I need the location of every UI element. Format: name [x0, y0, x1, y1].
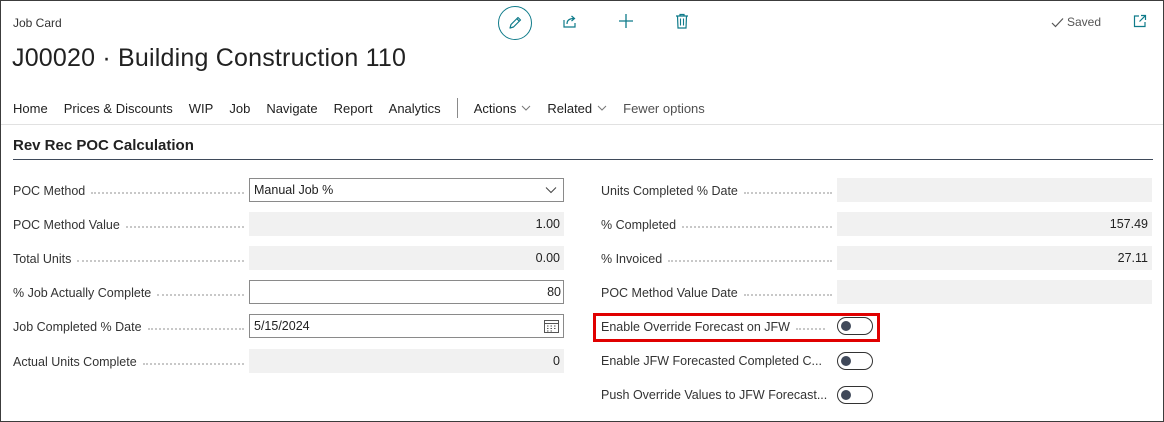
field-row-push-override-values: Push Override Values to JFW Forecast... [601, 383, 829, 407]
popout-icon [1133, 14, 1147, 28]
chevron-down-icon [545, 187, 557, 194]
page-title: J00020 · Building Construction 110 [12, 44, 407, 72]
actions-menu-label: Actions [473, 100, 517, 116]
share-icon [563, 15, 576, 28]
poc-method-value: Manual Job % [254, 183, 334, 197]
actions-menu[interactable]: Actions [474, 101, 532, 116]
units-completed-date-field [837, 178, 1152, 202]
action-bar: Home Prices & Discounts WIP Job Navigate… [13, 98, 721, 118]
field-row-job-actually-complete: % Job Actually Complete [13, 281, 248, 305]
toggle-knob [841, 390, 851, 400]
field-label: Units Completed % Date [601, 184, 836, 198]
field-row-percent-invoiced: % Invoiced [601, 247, 836, 271]
highlight-annotation [593, 313, 880, 342]
saved-label: Saved [1067, 15, 1102, 29]
action-analytics[interactable]: Analytics [389, 101, 441, 116]
field-row-actual-units-complete: Actual Units Complete [13, 350, 248, 374]
related-menu-label: Related [547, 100, 593, 116]
plus-icon [619, 14, 633, 28]
field-label: Actual Units Complete [13, 355, 248, 369]
action-job[interactable]: Job [229, 101, 250, 116]
push-override-values-toggle[interactable] [837, 386, 873, 404]
job-actually-complete-input[interactable]: 80 [249, 280, 564, 304]
field-row-poc-method-value: POC Method Value [13, 213, 248, 237]
job-completed-date-input[interactable]: 5/15/2024 [249, 314, 564, 338]
poc-method-select[interactable]: Manual Job % [249, 178, 564, 202]
related-menu[interactable]: Related [547, 101, 607, 116]
field-row-job-completed-date: Job Completed % Date [13, 315, 248, 339]
action-wip[interactable]: WIP [189, 101, 214, 116]
field-row-poc-method: POC Method [13, 179, 248, 203]
poc-method-value-date-field [837, 280, 1152, 304]
actual-units-complete-field: 0 [249, 349, 564, 373]
field-row-total-units: Total Units [13, 247, 248, 271]
new-button[interactable] [617, 11, 635, 31]
action-home[interactable]: Home [13, 101, 48, 116]
percent-completed-field: 157.49 [837, 212, 1152, 236]
field-label: % Completed [601, 218, 836, 232]
edit-button[interactable] [498, 6, 532, 40]
field-row-enable-jfw-forecasted: Enable JFW Forecasted Completed C... [601, 349, 829, 373]
chevron-down-icon [521, 105, 531, 111]
fewer-options-button[interactable]: Fewer options [623, 101, 705, 116]
field-label: POC Method [13, 184, 248, 198]
toggle-knob [841, 356, 851, 366]
delete-button[interactable] [673, 11, 691, 31]
poc-method-value-field: 1.00 [249, 212, 564, 236]
total-units-field: 0.00 [249, 246, 564, 270]
action-separator [456, 98, 458, 118]
field-row-poc-method-value-date: POC Method Value Date [601, 281, 836, 305]
chevron-down-icon [597, 105, 607, 111]
field-label: Enable JFW Forecasted Completed C... [601, 354, 822, 368]
calendar-icon[interactable] [544, 319, 559, 333]
job-completed-date-value: 5/15/2024 [254, 319, 310, 333]
page-caption: Job Card [13, 16, 62, 30]
field-label: Total Units [13, 252, 248, 266]
field-label: Push Override Values to JFW Forecast... [601, 388, 828, 402]
open-new-window-button[interactable] [1132, 13, 1148, 29]
action-bar-divider [1, 124, 1163, 125]
enable-jfw-forecasted-toggle[interactable] [837, 352, 873, 370]
action-report[interactable]: Report [334, 101, 373, 116]
action-prices-discounts[interactable]: Prices & Discounts [64, 101, 173, 116]
section-title: Rev Rec POC Calculation [13, 137, 194, 154]
percent-invoiced-field: 27.11 [837, 246, 1152, 270]
field-row-units-completed-date: Units Completed % Date [601, 179, 836, 203]
field-label: POC Method Value [13, 218, 248, 232]
trash-icon [676, 13, 688, 29]
action-navigate[interactable]: Navigate [266, 101, 317, 116]
field-label: Job Completed % Date [13, 320, 248, 334]
field-label: % Invoiced [601, 252, 836, 266]
checkmark-icon [1051, 17, 1064, 27]
field-row-percent-completed: % Completed [601, 213, 836, 237]
field-label: POC Method Value Date [601, 286, 836, 300]
pencil-icon [509, 16, 522, 29]
section-underline [13, 159, 1153, 160]
share-button[interactable] [561, 11, 579, 31]
field-label: % Job Actually Complete [13, 286, 248, 300]
saved-status: Saved [1051, 15, 1101, 29]
